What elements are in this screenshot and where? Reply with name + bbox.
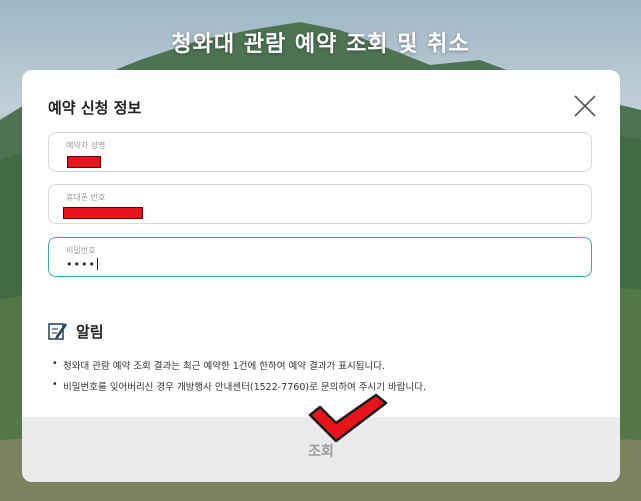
notice-text: 청와대 관람 예약 조회 결과는 최근 예약한 1건에 한하여 예약 결과가 표…	[63, 361, 385, 372]
page-background: 청와대 관람 예약 조회 및 취소 예약 신청 정보 예약자 성명 휴대폰 번호…	[0, 0, 641, 501]
checkmark-icon	[308, 393, 388, 443]
redaction-mark	[63, 207, 143, 219]
notice-item: • 청와대 관람 예약 조회 결과는 최근 예약한 1건에 한하여 예약 결과가…	[52, 358, 426, 372]
close-icon	[574, 95, 596, 117]
password-field[interactable]: 비밀번호 ••••	[48, 237, 592, 277]
reserver-name-field[interactable]: 예약자 성명	[48, 132, 592, 172]
close-button[interactable]	[573, 94, 597, 118]
phone-number-label: 휴대폰 번호	[66, 193, 106, 202]
modal-title: 예약 신청 정보	[48, 99, 142, 117]
notice-item: • 비밀번호를 잊어버리신 경우 개방행사 안내센터(1522-7760)로 문…	[52, 379, 426, 393]
reserver-name-label: 예약자 성명	[66, 141, 106, 150]
password-value: ••••	[66, 258, 98, 271]
text-caret	[96, 258, 98, 270]
notice-text: 비밀번호를 잊어버리신 경우 개방행사 안내센터(1522-7760)로 문의하…	[63, 382, 427, 393]
phone-number-field[interactable]: 휴대폰 번호	[48, 184, 592, 224]
lookup-button-label: 조회	[308, 444, 334, 460]
page-title: 청와대 관람 예약 조회 및 취소	[171, 32, 470, 57]
bullet: •	[52, 358, 58, 369]
bullet: •	[52, 379, 58, 390]
notice-title: 알림	[76, 322, 104, 341]
notice-header: 알림	[48, 320, 104, 342]
pencil-note-icon	[48, 323, 67, 340]
redaction-mark	[67, 156, 101, 168]
password-label: 비밀번호	[66, 246, 96, 255]
